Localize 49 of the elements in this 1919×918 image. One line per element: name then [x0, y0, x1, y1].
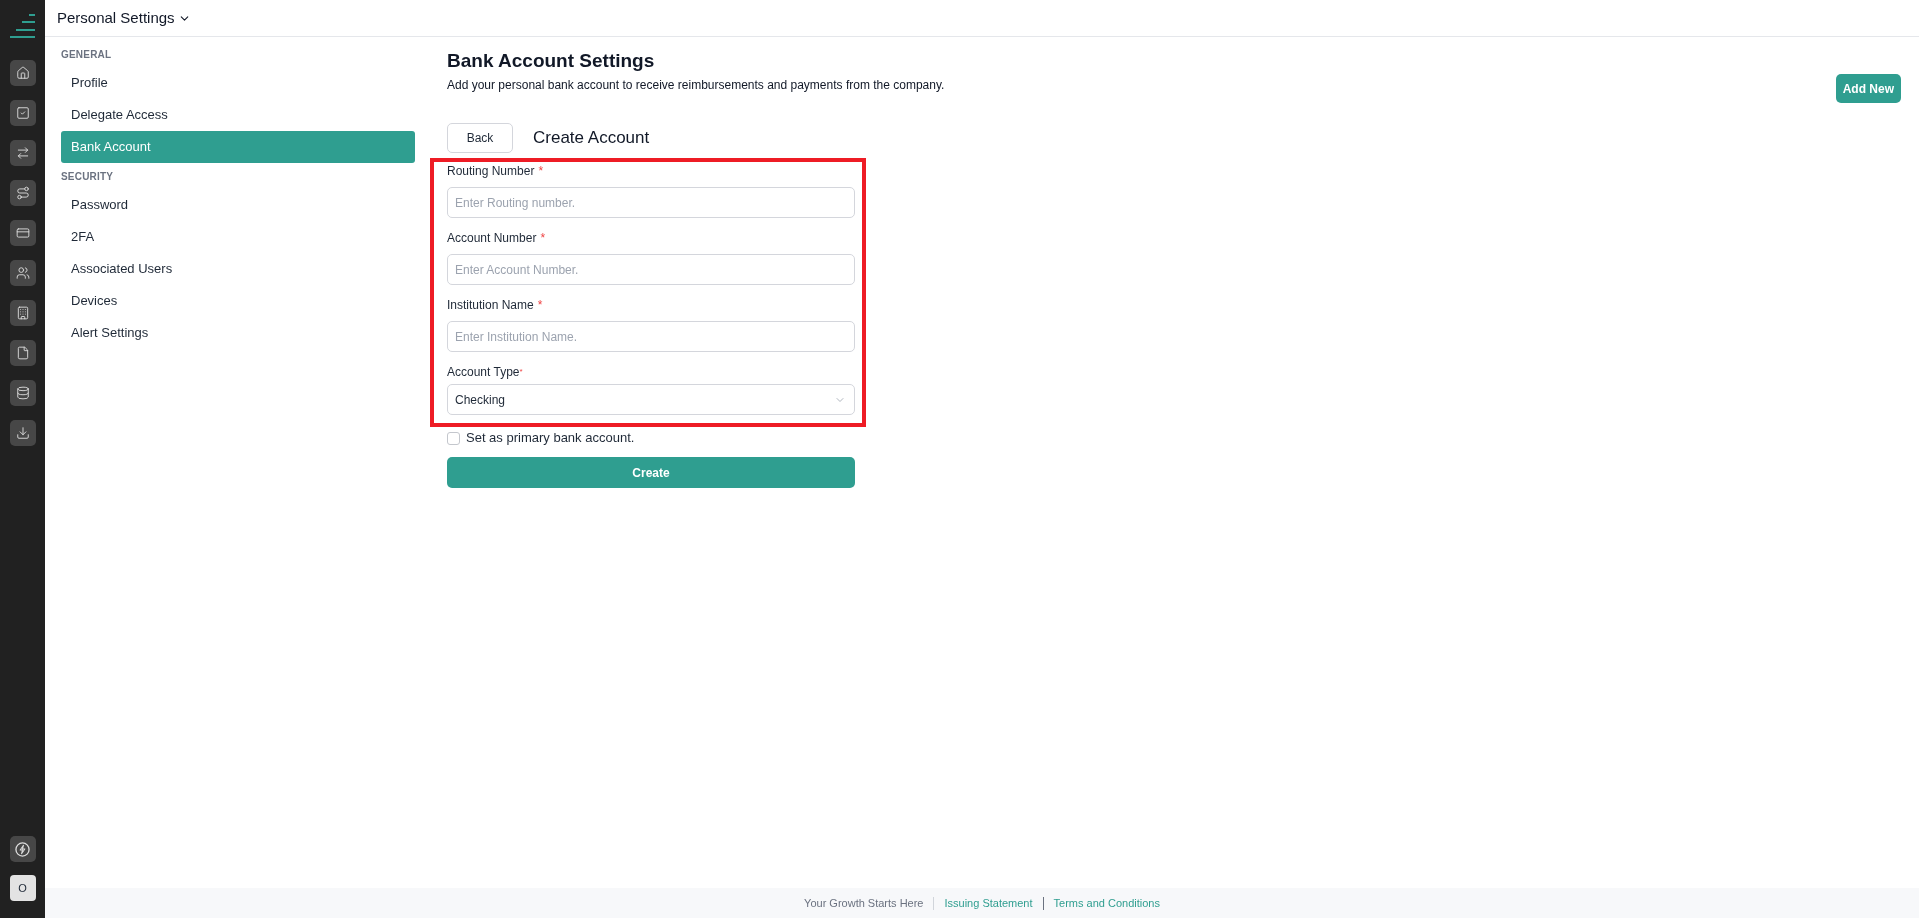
settings-dropdown[interactable]: Personal Settings: [57, 6, 191, 30]
download-button[interactable]: [9, 420, 36, 446]
page-title: Bank Account Settings: [447, 49, 656, 73]
page-subtitle: Add your personal bank account to receive reimbursements and payments from the company.: [447, 77, 945, 93]
sidebar-item[interactable]: Password: [61, 189, 415, 221]
sidebar-item[interactable]: Devices: [61, 285, 415, 317]
file-icon: [15, 346, 30, 360]
database-icon: [15, 386, 30, 400]
sidebar-item[interactable]: Delegate Access: [61, 99, 415, 131]
home-icon: [15, 66, 30, 80]
section-heading: GENERAL: [61, 47, 112, 62]
lightning-button[interactable]: [9, 836, 36, 862]
home-button[interactable]: [9, 60, 36, 86]
swap-arrows-icon: [15, 146, 30, 160]
building-button[interactable]: [9, 300, 36, 326]
sidebar-item[interactable]: 2FA: [61, 221, 415, 253]
users-button[interactable]: [9, 260, 36, 286]
check-square-button[interactable]: [9, 100, 36, 126]
input-field[interactable]: Enter Account Number.: [447, 254, 855, 285]
sidebar-item[interactable]: Associated Users: [61, 253, 415, 285]
building-icon: [15, 306, 30, 320]
input-field[interactable]: Enter Institution Name.: [447, 321, 855, 352]
sidebar-item[interactable]: Profile: [61, 67, 415, 99]
field-label: Account Type$^{*}$: [447, 364, 524, 380]
account-type-select[interactable]: Checking: [447, 384, 855, 415]
credit-card-icon: [15, 226, 30, 240]
checkbox[interactable]: [447, 431, 460, 445]
credit-card-button[interactable]: [9, 220, 36, 246]
sidebar-item[interactable]: Alert Settings: [61, 317, 415, 349]
users-icon: [15, 266, 30, 280]
file-button[interactable]: [9, 340, 36, 366]
field-label: Account Number *: [447, 230, 547, 246]
route-button[interactable]: [9, 180, 36, 206]
download-icon: [15, 426, 30, 440]
logo-icon: [9, 14, 36, 38]
field-label: Institution Name *: [447, 297, 544, 313]
section-heading: SECURITY: [61, 169, 114, 184]
check-square-icon: [15, 106, 30, 120]
avatar-button[interactable]: O: [9, 875, 36, 901]
back-button[interactable]: Back: [447, 123, 513, 153]
route-icon: [15, 186, 30, 200]
database-button[interactable]: [9, 380, 36, 406]
swap-arrows-button[interactable]: [9, 140, 36, 166]
field-label: Routing Number *: [447, 163, 545, 179]
form-title: Create Account: [533, 127, 650, 150]
footer-tagline: Your Growth Starts Here: [804, 895, 924, 911]
lightning-icon: [15, 841, 30, 857]
checkbox-label: Set as primary bank account.: [466, 429, 635, 448]
input-field[interactable]: Enter Routing number.: [447, 187, 855, 218]
